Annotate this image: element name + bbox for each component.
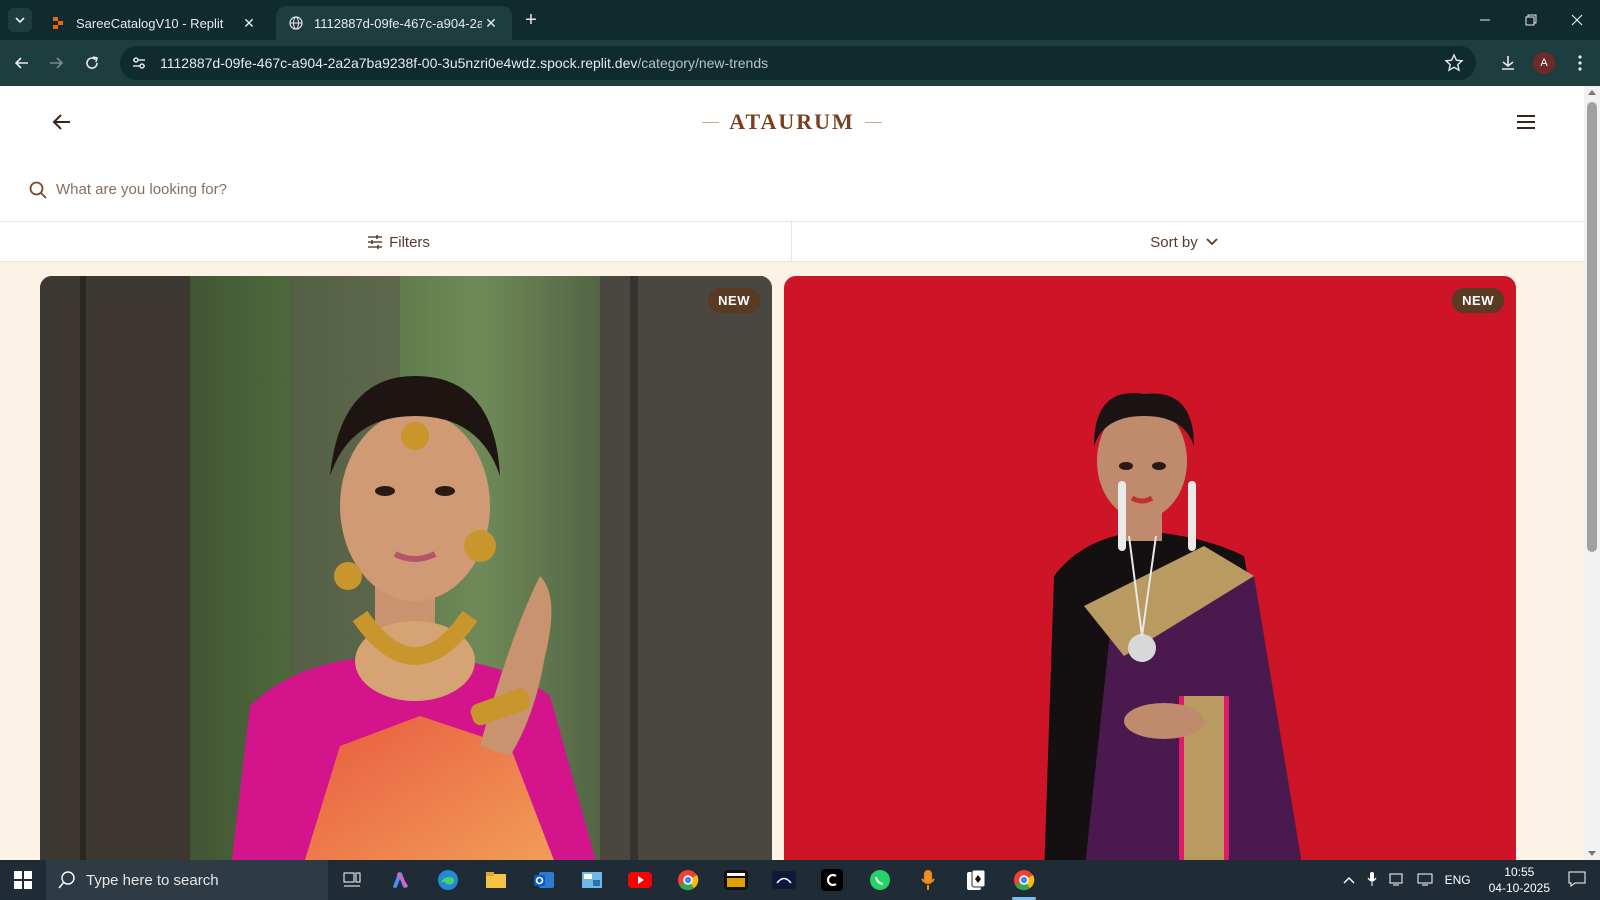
product-grid: NEW NEW	[40, 276, 1544, 860]
microphone-tray-icon[interactable]	[1367, 871, 1377, 890]
sort-by-button[interactable]: Sort by	[792, 222, 1584, 262]
search-input[interactable]	[56, 181, 656, 198]
product-image	[784, 276, 1516, 860]
sort-label: Sort by	[1150, 233, 1198, 251]
back-arrow-icon[interactable]	[8, 49, 36, 77]
youtube-icon[interactable]	[616, 860, 664, 900]
solitaire-icon[interactable]	[952, 860, 1000, 900]
control-panel-icon[interactable]	[568, 860, 616, 900]
copilot-icon[interactable]	[376, 860, 424, 900]
microphone-icon[interactable]	[904, 860, 952, 900]
close-window-icon[interactable]	[1554, 0, 1600, 40]
windows-taskbar: Type here to search ENG 10:55 04-10-2025	[0, 860, 1600, 900]
network-icon[interactable]	[1389, 872, 1405, 889]
search-icon	[28, 180, 48, 200]
system-tray: ENG 10:55 04-10-2025	[1337, 860, 1600, 900]
filters-button[interactable]: Filters	[0, 222, 792, 262]
web-page: ATAURUM Filters Sort by	[0, 86, 1584, 860]
search-icon	[58, 871, 75, 889]
filter-sort-bar: Filters Sort by	[0, 222, 1584, 262]
task-view-icon[interactable]	[328, 860, 376, 900]
language-indicator[interactable]: ENG	[1445, 873, 1471, 887]
chevron-up-icon[interactable]	[1343, 873, 1355, 887]
outlook-icon[interactable]	[520, 860, 568, 900]
product-card[interactable]: NEW	[40, 276, 772, 860]
chrome-profile-icon[interactable]	[664, 860, 712, 900]
scroll-up-icon[interactable]	[1588, 90, 1596, 95]
site-header: ATAURUM	[0, 86, 1584, 158]
bookmark-star-icon[interactable]	[1444, 53, 1464, 73]
product-image	[40, 276, 772, 860]
url-path: /category/new-trends	[637, 55, 769, 71]
tab-title: 1112887d-09fe-467c-a904-2a2	[314, 15, 482, 31]
close-tab-icon[interactable]: ✕	[240, 14, 258, 32]
hamburger-menu-icon[interactable]	[1512, 108, 1540, 136]
monitor-icon[interactable]	[1417, 872, 1433, 889]
close-tab-icon[interactable]: ✕	[482, 14, 500, 32]
brand-logo[interactable]: ATAURUM	[692, 108, 892, 136]
scroll-down-icon[interactable]	[1588, 851, 1596, 856]
profile-avatar[interactable]: A	[1530, 49, 1558, 77]
hotstar-icon[interactable]	[760, 860, 808, 900]
app-c-icon[interactable]	[808, 860, 856, 900]
browser-tab[interactable]: SareeCatalogV10 - Replit ✕	[38, 6, 270, 40]
browser-tab-strip: SareeCatalogV10 - Replit ✕ 1112887d-09fe…	[0, 0, 1600, 40]
forward-arrow-icon[interactable]	[42, 49, 70, 77]
notification-icon[interactable]	[1568, 871, 1586, 890]
windows-start-icon[interactable]	[0, 860, 46, 900]
clock-date: 04-10-2025	[1488, 881, 1550, 895]
brand-name: ATAURUM	[729, 109, 855, 134]
tab-title: SareeCatalogV10 - Replit	[76, 15, 224, 31]
profile-initial: A	[1533, 52, 1555, 74]
site-info-icon[interactable]	[122, 46, 156, 80]
replit-icon	[50, 15, 66, 31]
edge-icon[interactable]	[424, 860, 472, 900]
kebab-menu-icon[interactable]	[1566, 49, 1594, 77]
sliders-icon	[367, 234, 383, 250]
page-scrollbar[interactable]	[1584, 86, 1600, 860]
browser-toolbar: 1112887d-09fe-467c-a904-2a2a7ba9238f-00-…	[0, 40, 1600, 86]
url-text: 1112887d-09fe-467c-a904-2a2a7ba9238f-00-…	[160, 55, 768, 71]
new-tab-button[interactable]: +	[520, 9, 542, 31]
file-explorer-icon[interactable]	[472, 860, 520, 900]
new-badge: NEW	[1452, 288, 1504, 313]
search-hint: Type here to search	[86, 871, 219, 889]
filters-label: Filters	[389, 233, 430, 251]
taskbar-search[interactable]: Type here to search	[46, 860, 328, 900]
minimize-icon[interactable]	[1462, 0, 1508, 40]
whatsapp-icon[interactable]	[856, 860, 904, 900]
chevron-down-icon	[1204, 234, 1220, 250]
url-host: 1112887d-09fe-467c-a904-2a2a7ba9238f-00-…	[160, 55, 638, 71]
back-arrow-icon[interactable]	[48, 108, 76, 136]
new-badge: NEW	[708, 288, 760, 313]
browser-tab-active[interactable]: 1112887d-09fe-467c-a904-2a2 ✕	[276, 6, 512, 40]
restore-icon[interactable]	[1508, 0, 1554, 40]
download-icon[interactable]	[1494, 49, 1522, 77]
address-bar[interactable]: 1112887d-09fe-467c-a904-2a2a7ba9238f-00-…	[120, 46, 1476, 80]
brand-rule-right	[864, 121, 882, 123]
sony-liv-icon[interactable]	[712, 860, 760, 900]
tab-search-button[interactable]	[8, 8, 32, 32]
clock[interactable]: 10:55 04-10-2025	[1489, 864, 1550, 896]
search-bar	[0, 158, 1584, 222]
globe-icon	[288, 15, 304, 31]
brand-rule-left	[702, 121, 720, 123]
scrollbar-thumb[interactable]	[1587, 102, 1597, 552]
clock-time: 10:55	[1504, 865, 1535, 879]
reload-icon[interactable]	[78, 49, 106, 77]
chrome-icon[interactable]	[1000, 860, 1048, 900]
product-card[interactable]: NEW	[784, 276, 1516, 860]
